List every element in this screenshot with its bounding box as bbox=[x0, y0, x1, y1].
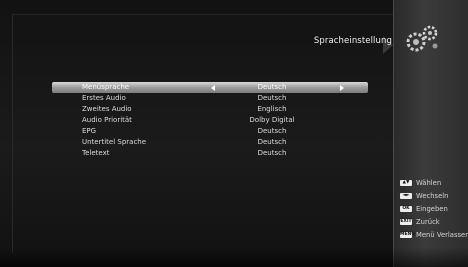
row-label: Teletext bbox=[82, 149, 110, 157]
arrow-left-icon[interactable] bbox=[211, 85, 215, 91]
menu-row-audio-prioritaet[interactable]: Audio Priorität Dolby Digital bbox=[52, 115, 368, 126]
row-value: Englisch bbox=[257, 105, 287, 113]
row-value: Deutsch bbox=[257, 138, 287, 146]
menu-row-menuesprache[interactable]: Menüsprache Deutsch bbox=[52, 82, 368, 93]
row-label: Audio Priorität bbox=[82, 116, 132, 124]
key-help: ▲▼ Wählen ◄► Wechseln OK Eingeben EXIT Z… bbox=[398, 177, 468, 242]
row-value: Deutsch bbox=[257, 94, 287, 102]
help-item-eingeben: OK Eingeben bbox=[398, 203, 468, 216]
row-value: Deutsch bbox=[257, 149, 287, 157]
menu-row-zweites-audio[interactable]: Zweites Audio Englisch bbox=[52, 104, 368, 115]
language-menu: Menüsprache Deutsch Erstes Audio Deutsch… bbox=[52, 82, 368, 159]
exit-key-icon: EXIT bbox=[400, 219, 412, 225]
help-label: Wechseln bbox=[416, 192, 449, 200]
help-item-zurueck: EXIT Zurück bbox=[398, 216, 468, 229]
help-label: Menü Verlassen bbox=[416, 231, 468, 239]
screen: Spracheinstellung Menüsprache Deutsch Er… bbox=[0, 0, 468, 267]
help-item-waehlen: ▲▼ Wählen bbox=[398, 177, 468, 190]
row-value: Deutsch bbox=[257, 83, 287, 91]
bottom-shade bbox=[0, 247, 468, 267]
gears-icon bbox=[406, 25, 438, 52]
help-item-wechseln: ◄► Wechseln bbox=[398, 190, 468, 203]
help-label: Wählen bbox=[416, 179, 442, 187]
menu-row-teletext[interactable]: Teletext Deutsch bbox=[52, 148, 368, 159]
menu-row-erstes-audio[interactable]: Erstes Audio Deutsch bbox=[52, 93, 368, 104]
updown-key-icon: ▲▼ bbox=[400, 180, 412, 186]
menu-row-epg[interactable]: EPG Deutsch bbox=[52, 126, 368, 137]
menu-key-icon: MENU bbox=[400, 232, 415, 238]
arrow-right-icon[interactable] bbox=[340, 85, 344, 91]
row-label: Zweites Audio bbox=[82, 105, 132, 113]
menu-row-untertitel-sprache[interactable]: Untertitel Sprache Deutsch bbox=[52, 137, 368, 148]
ok-key-icon: OK bbox=[400, 206, 412, 212]
help-item-menu-verlassen: MENU Menü Verlassen bbox=[398, 229, 468, 242]
row-label: Untertitel Sprache bbox=[82, 138, 147, 146]
help-label: Zurück bbox=[416, 218, 440, 226]
row-label: Menüsprache bbox=[82, 83, 130, 91]
help-label: Eingeben bbox=[416, 205, 448, 213]
row-label: EPG bbox=[82, 127, 97, 135]
row-value: Dolby Digital bbox=[249, 116, 295, 124]
page-title: Spracheinstellung bbox=[313, 36, 392, 46]
row-value: Deutsch bbox=[257, 127, 287, 135]
row-label: Erstes Audio bbox=[82, 94, 126, 102]
leftright-key-icon: ◄► bbox=[400, 193, 412, 199]
